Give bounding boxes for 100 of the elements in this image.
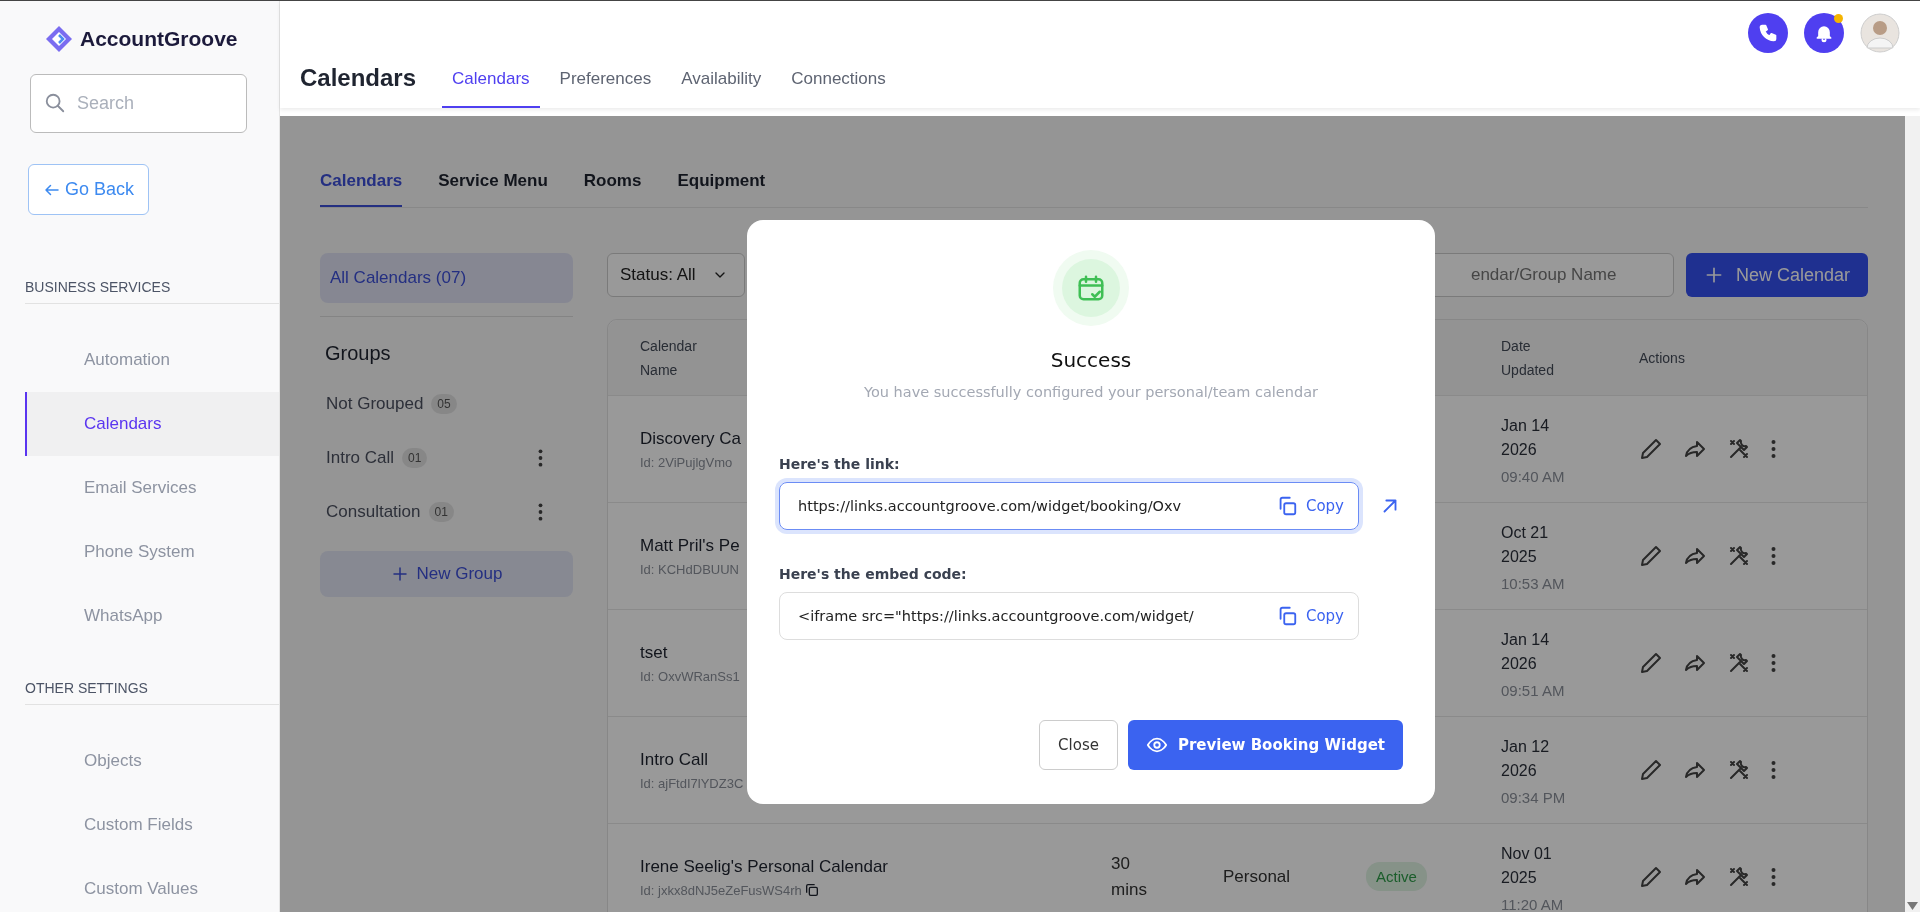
time-cell-text: 09:51 AM — [1501, 681, 1566, 699]
pencil-icon — [1639, 758, 1663, 782]
calendar-name: tset — [640, 642, 668, 663]
kebab-icon — [1771, 653, 1776, 673]
status-filter[interactable]: Status: All — [607, 253, 745, 297]
field-label: Here's the embed code: — [779, 566, 968, 582]
date-cell-text: Jan 12 2026 — [1501, 736, 1551, 781]
search-field[interactable]: Search — [30, 74, 247, 133]
copy-icon[interactable] — [805, 884, 818, 896]
calendar-id: Id: ajFtdI7lYDZ3C — [640, 775, 744, 791]
calendar-id: Id: OxvWRanSs1 — [640, 668, 740, 684]
tools-button[interactable] — [1727, 437, 1751, 461]
link-field[interactable]: <iframe src="https://links.accountgroove.com/widget/ Copy — [779, 592, 1359, 640]
edit-button[interactable] — [1639, 437, 1663, 461]
close-button[interactable]: Close — [1039, 720, 1118, 770]
dialog-message: You have successfully configured your personal/team calendar — [864, 384, 1318, 400]
tools-button[interactable] — [1727, 865, 1751, 889]
search-icon — [44, 92, 66, 114]
more-button[interactable] — [1771, 439, 1776, 459]
header-tab[interactable]: Availability — [671, 69, 772, 108]
tools-icon — [1727, 651, 1751, 675]
tools-icon — [1727, 865, 1751, 889]
pencil-icon — [1639, 651, 1663, 675]
more-button[interactable] — [1771, 760, 1776, 780]
table-row[interactable]: Irene Seelig's Personal Calendar Id: jxkx8dNJ5eZeFusWS4rh 30 mins Personal Active Nov 01 2025 11:20 AM — [608, 823, 1867, 912]
group-name[interactable]: Intro Call — [326, 448, 395, 468]
plus-icon — [390, 565, 409, 583]
column-header: Calendar Name — [640, 336, 698, 380]
edit-button[interactable] — [1639, 651, 1663, 675]
calendar-check-icon — [1076, 273, 1106, 303]
new-group-button[interactable]: New Group — [320, 551, 573, 597]
sub-tab[interactable]: Rooms — [583, 171, 642, 207]
group-name[interactable]: Consultation — [326, 502, 421, 522]
copy-button[interactable]: Copy — [1275, 605, 1344, 627]
time-cell-text: 09:40 AM — [1501, 467, 1566, 485]
all-calendars-item[interactable]: All Calendars (07) — [320, 253, 573, 303]
tools-button[interactable] — [1727, 544, 1751, 568]
edit-button[interactable] — [1639, 544, 1663, 568]
edit-button[interactable] — [1639, 865, 1663, 889]
count-badge: 01 — [428, 502, 454, 522]
sidebar-item[interactable]: Objects — [25, 729, 279, 793]
logo-icon — [44, 24, 74, 54]
dialog-title: Success — [1050, 348, 1132, 372]
avatar[interactable] — [1860, 13, 1900, 53]
kebab-icon — [1771, 760, 1776, 780]
header-tab[interactable]: Connections — [781, 69, 896, 108]
calendar-name: Matt Pril's Pe — [640, 535, 740, 556]
tools-button[interactable] — [1727, 651, 1751, 675]
phone-icon — [1758, 23, 1778, 43]
time-cell-text: 10:53 AM — [1501, 574, 1566, 592]
sub-tab[interactable]: Calendars — [320, 171, 403, 207]
kebab-icon — [1771, 439, 1776, 459]
column-header: Actions — [1639, 348, 1686, 368]
header-tab[interactable]: Calendars — [442, 69, 540, 108]
sidebar-item[interactable]: Automation — [25, 328, 279, 392]
header-tab[interactable]: Preferences — [549, 69, 662, 108]
field-label: Here's the link: — [779, 456, 901, 472]
pencil-icon — [1639, 437, 1663, 461]
group-menu-button[interactable] — [538, 503, 543, 521]
sub-tab[interactable]: Equipment — [677, 171, 766, 207]
sidebar-item[interactable]: Custom Fields — [25, 793, 279, 857]
logo-text: AccountGroove — [80, 27, 238, 51]
scroll-down-icon[interactable] — [1907, 902, 1918, 910]
pencil-icon — [1639, 865, 1663, 889]
kebab-icon — [538, 449, 543, 467]
sidebar-item[interactable]: Phone System — [25, 520, 279, 584]
tools-button[interactable] — [1727, 758, 1751, 782]
phone-button[interactable] — [1748, 13, 1788, 53]
date-cell-text: Jan 14 2026 — [1501, 415, 1551, 460]
duration-cell-text: 30 mins — [1111, 853, 1148, 901]
sidebar-item[interactable]: Custom Values — [25, 857, 279, 912]
sidebar-item[interactable]: Calendars — [25, 392, 279, 456]
page-title: Calendars — [300, 64, 417, 92]
go-back-button[interactable]: Go Back — [28, 164, 150, 215]
tools-icon — [1727, 758, 1751, 782]
date-cell-text: Nov 01 2025 — [1501, 843, 1553, 888]
kebab-icon — [1771, 867, 1776, 887]
more-button[interactable] — [1771, 546, 1776, 566]
group-menu-button[interactable] — [538, 449, 543, 467]
sidebar-item[interactable]: Email Services — [25, 456, 279, 520]
edit-button[interactable] — [1639, 758, 1663, 782]
sub-tab[interactable]: Service Menu — [438, 171, 548, 207]
notifications-button[interactable] — [1804, 13, 1844, 53]
kebab-icon — [1771, 546, 1776, 566]
calendar-id: Id: 2ViPujlgVmo — [640, 454, 733, 470]
tools-icon — [1727, 544, 1751, 568]
more-button[interactable] — [1771, 867, 1776, 887]
pencil-icon — [1639, 544, 1663, 568]
group-name[interactable]: Not Grouped — [326, 394, 424, 414]
count-badge: 05 — [431, 394, 457, 414]
new-calendar-button[interactable]: New Calendar — [1685, 253, 1868, 297]
calendar-name: Irene Seelig's Personal Calendar — [640, 856, 888, 877]
sidebar-item[interactable]: WhatsApp — [25, 584, 279, 648]
copy-button[interactable]: Copy — [1275, 495, 1344, 517]
kebab-icon — [538, 503, 543, 521]
status-badge: Active — [1366, 862, 1427, 891]
preview-button[interactable]: Preview Booking Widget — [1127, 720, 1403, 770]
calendar-id: Id: jxkx8dNJ5eZeFusWS4rh — [640, 882, 802, 898]
date-cell-text: Oct 21 2025 — [1501, 522, 1550, 567]
more-button[interactable] — [1771, 653, 1776, 673]
